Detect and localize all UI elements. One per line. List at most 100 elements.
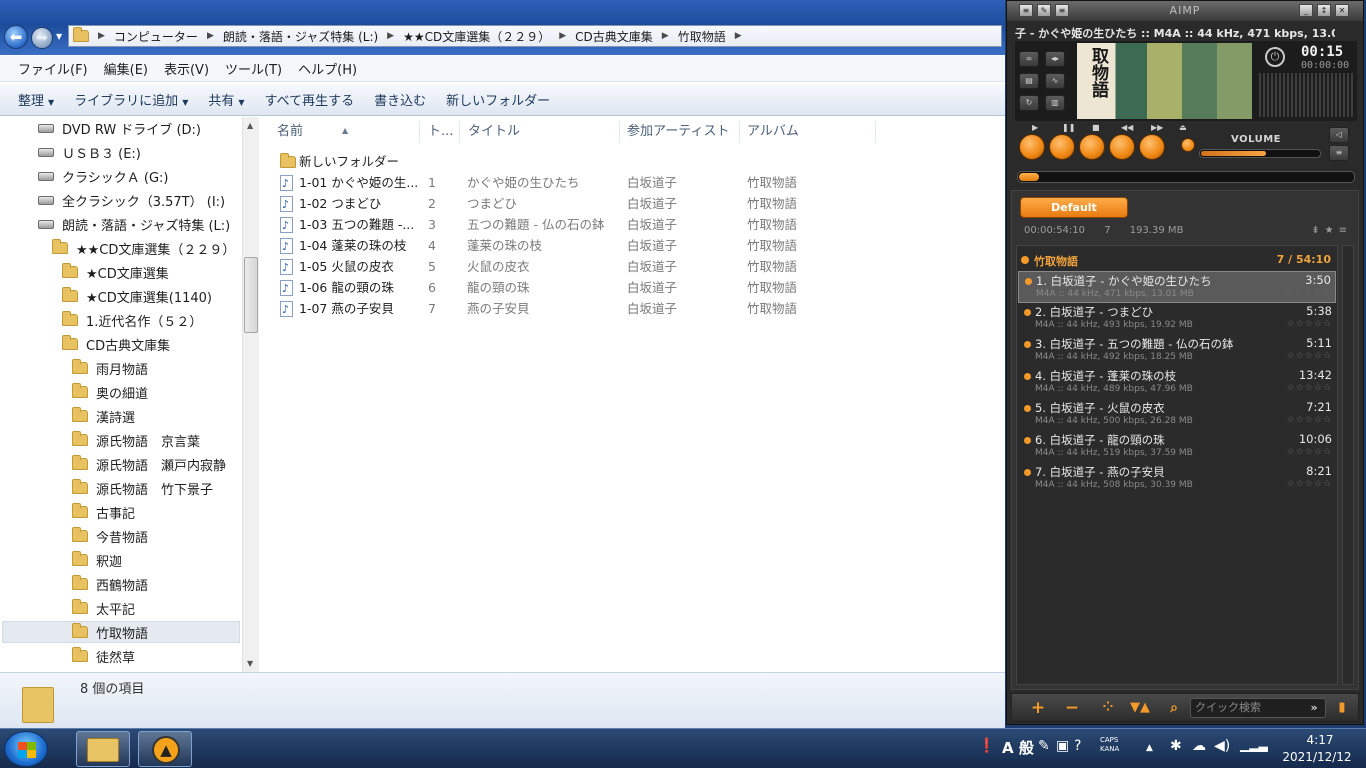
close-icon[interactable]: ✕ — [1335, 4, 1349, 17]
next-button[interactable] — [1139, 134, 1165, 160]
speaker-icon[interactable]: ◀) — [1214, 738, 1230, 754]
playlist-track[interactable]: 4. 白坂道子 - 蓬莱の珠の枝 13:42 M4A :: 44 kHz, 48… — [1018, 367, 1336, 399]
remove-icon[interactable]: − — [1060, 697, 1084, 719]
sort-icon[interactable]: ⁘ — [1096, 697, 1120, 719]
share-button[interactable]: 共有 ▼ — [198, 90, 254, 109]
rating-stars-icon[interactable]: ☆☆☆☆☆ — [1287, 383, 1332, 393]
menu-view[interactable]: 表示(V) — [156, 59, 217, 78]
tree-item-drive-g[interactable]: クラシックＡ (G:) — [38, 165, 168, 187]
tree-item-folder[interactable]: 徒然草 — [72, 645, 135, 667]
chevron-right-icon[interactable]: ▶ — [387, 31, 394, 41]
breadcrumb-item[interactable]: CD古典文庫集 — [575, 28, 653, 45]
playlist-track-active[interactable]: 1. 白坂道子 - かぐや姫の生ひたち 3:50 M4A :: 44 kHz, … — [1018, 271, 1336, 303]
signal-icon[interactable]: ▁▂▃ — [1240, 738, 1268, 752]
menu-icon[interactable]: ≡ — [1019, 4, 1033, 17]
restore-icon[interactable]: ↕ — [1317, 4, 1331, 17]
menu-tools[interactable]: ツール(T) — [217, 59, 290, 78]
tree-item-folder[interactable]: 釈迦 — [72, 549, 122, 571]
tree-item-folder[interactable]: 1.近代名作（５２） — [62, 309, 202, 331]
tree-item-folder[interactable]: 源氏物語 竹下景子 — [72, 477, 213, 499]
reorder-icon[interactable]: ▼▲ — [1128, 697, 1152, 719]
volume-slider[interactable] — [1199, 149, 1321, 158]
nav-scrollbar[interactable]: ▲ ▼ — [242, 117, 259, 672]
playlist-track[interactable]: 2. 白坂道子 - つまどひ 5:38 M4A :: 44 kHz, 493 k… — [1018, 303, 1336, 335]
ime-indicator[interactable]: A 般 — [1002, 737, 1034, 758]
tree-item-folder[interactable]: 源氏物語 瀬戸内寂静 — [72, 453, 226, 475]
tree-item-folder[interactable]: 雨月物語 — [72, 357, 148, 379]
taskbar-explorer-button[interactable] — [76, 731, 130, 767]
tree-item-folder[interactable]: 漢詩選 — [72, 405, 135, 427]
tree-item-folder[interactable]: 今昔物語 — [72, 525, 148, 547]
menu-help[interactable]: ヘルプ(H) — [290, 59, 365, 78]
shuffle-icon[interactable]: ↻ — [1019, 95, 1039, 111]
settings-icon[interactable]: ✎ — [1037, 4, 1051, 17]
playlist-group-header[interactable]: 竹取物語 7 / 54:10 — [1017, 251, 1337, 269]
tree-item-folder[interactable]: ★CD文庫選集(1140) — [62, 285, 212, 307]
rating-stars-icon[interactable]: ☆☆☆☆☆ — [1287, 447, 1332, 457]
breadcrumb-item[interactable]: 朗読・落語・ジャズ特集 (L:) — [223, 28, 378, 45]
tree-item-folder[interactable]: ★CD文庫選集 — [62, 261, 169, 283]
power-icon[interactable]: ⏻ — [1265, 47, 1285, 67]
tree-item-folder[interactable]: ★★CD文庫選集（２２９） — [52, 237, 235, 259]
eq-icon[interactable]: ◂▸ — [1045, 51, 1065, 67]
chevron-right-icon[interactable]: ▶ — [735, 31, 742, 41]
chevron-right-icon[interactable]: ▶ — [662, 31, 669, 41]
repeat-icon[interactable]: ∞ — [1019, 51, 1039, 67]
rating-stars-icon[interactable]: ☆☆☆☆☆ — [1287, 319, 1332, 329]
column-header-name[interactable]: 名前 ▲ — [260, 121, 420, 143]
ime-tool-icon[interactable]: ✎ — [1038, 738, 1050, 754]
playlist-scrollbar[interactable] — [1342, 245, 1354, 685]
aimp-titlebar[interactable]: AIMP ≡ ✎ ≡ _ ↕ ✕ — [1007, 1, 1363, 21]
column-header-album[interactable]: アルバム — [740, 121, 876, 143]
options-icon[interactable]: ≡ — [1055, 4, 1069, 17]
column-header-track[interactable]: ト... — [420, 121, 460, 143]
menu-edit[interactable]: 編集(E) — [96, 59, 156, 78]
history-dropdown-icon[interactable]: ▼ — [56, 32, 62, 41]
rating-stars-icon[interactable]: ☆☆☆☆☆ — [1287, 479, 1332, 489]
search-next-icon[interactable]: » — [1302, 697, 1326, 719]
stop-button[interactable] — [1079, 134, 1105, 160]
show-hidden-icons[interactable]: ▲ — [1146, 743, 1153, 753]
tree-item-dvd-drive[interactable]: DVD RW ドライブ (D:) — [38, 117, 201, 139]
playlist-track[interactable]: 7. 白坂道子 - 燕の子安貝 8:21 M4A :: 44 kHz, 508 … — [1018, 463, 1336, 495]
clock-date[interactable]: 2021/12/12 — [1270, 750, 1364, 764]
tree-item-folder[interactable]: 太平記 — [72, 597, 135, 619]
tree-item-folder[interactable]: 古事記 — [72, 501, 135, 523]
forward-button[interactable]: ➡ — [31, 27, 53, 49]
scroll-down-icon[interactable]: ▼ — [247, 659, 253, 668]
chevron-right-icon[interactable]: ▶ — [207, 31, 214, 41]
column-header-artist[interactable]: 参加アーティスト — [620, 121, 740, 143]
menu-file[interactable]: ファイル(F) — [10, 59, 96, 78]
tree-item-folder[interactable]: 奥の細道 — [72, 381, 148, 403]
minimize-icon[interactable]: _ — [1299, 4, 1313, 17]
network-icon[interactable]: ✱ — [1170, 738, 1182, 754]
playlist-track[interactable]: 6. 白坂道子 - 龍の頸の珠 10:06 M4A :: 44 kHz, 519… — [1018, 431, 1336, 463]
column-header-title[interactable]: タイトル — [460, 121, 620, 143]
file-icon[interactable]: ▮ — [1330, 697, 1354, 719]
search-icon[interactable]: ⌕ — [1162, 697, 1186, 719]
playlist-options-icon[interactable]: ⇟★≡ — [1311, 225, 1352, 236]
tree-item-folder[interactable]: 源氏物語 京言葉 — [72, 429, 200, 451]
tree-item-usb-drive[interactable]: ＵＳＢ３ (E:) — [38, 141, 141, 163]
scroll-up-icon[interactable]: ▲ — [247, 121, 253, 130]
spectrum-icon[interactable]: ▥ — [1045, 95, 1065, 111]
start-button[interactable] — [4, 731, 48, 767]
playlist-icon[interactable]: ▤ — [1019, 73, 1039, 89]
help-icon[interactable]: ? — [1074, 738, 1081, 754]
play-button[interactable] — [1019, 134, 1045, 160]
waveform-icon[interactable]: ∿ — [1045, 73, 1065, 89]
taskbar-aimp-button[interactable]: ▲ — [138, 731, 192, 767]
cloud-icon[interactable]: ☁ — [1192, 738, 1206, 754]
rating-stars-icon[interactable]: ☆☆☆☆☆ — [1287, 415, 1332, 425]
breadcrumb-item[interactable]: コンピューター — [114, 28, 198, 45]
rating-stars-icon[interactable]: ☆☆☆☆☆ — [1286, 288, 1331, 298]
list-icon[interactable]: ≡ — [1329, 145, 1349, 161]
tree-item-folder-selected[interactable]: 竹取物語 — [2, 621, 240, 643]
back-button[interactable]: ⬅ — [4, 25, 28, 49]
burn-button[interactable]: 書き込む — [364, 90, 436, 109]
playlist-track[interactable]: 5. 白坂道子 - 火鼠の皮衣 7:21 M4A :: 44 kHz, 500 … — [1018, 399, 1336, 431]
tree-item-drive-l[interactable]: 朗読・落語・ジャズ特集 (L:) — [38, 213, 230, 235]
previous-button[interactable] — [1109, 134, 1135, 160]
seek-bar[interactable] — [1017, 171, 1355, 183]
rating-stars-icon[interactable]: ☆☆☆☆☆ — [1287, 351, 1332, 361]
